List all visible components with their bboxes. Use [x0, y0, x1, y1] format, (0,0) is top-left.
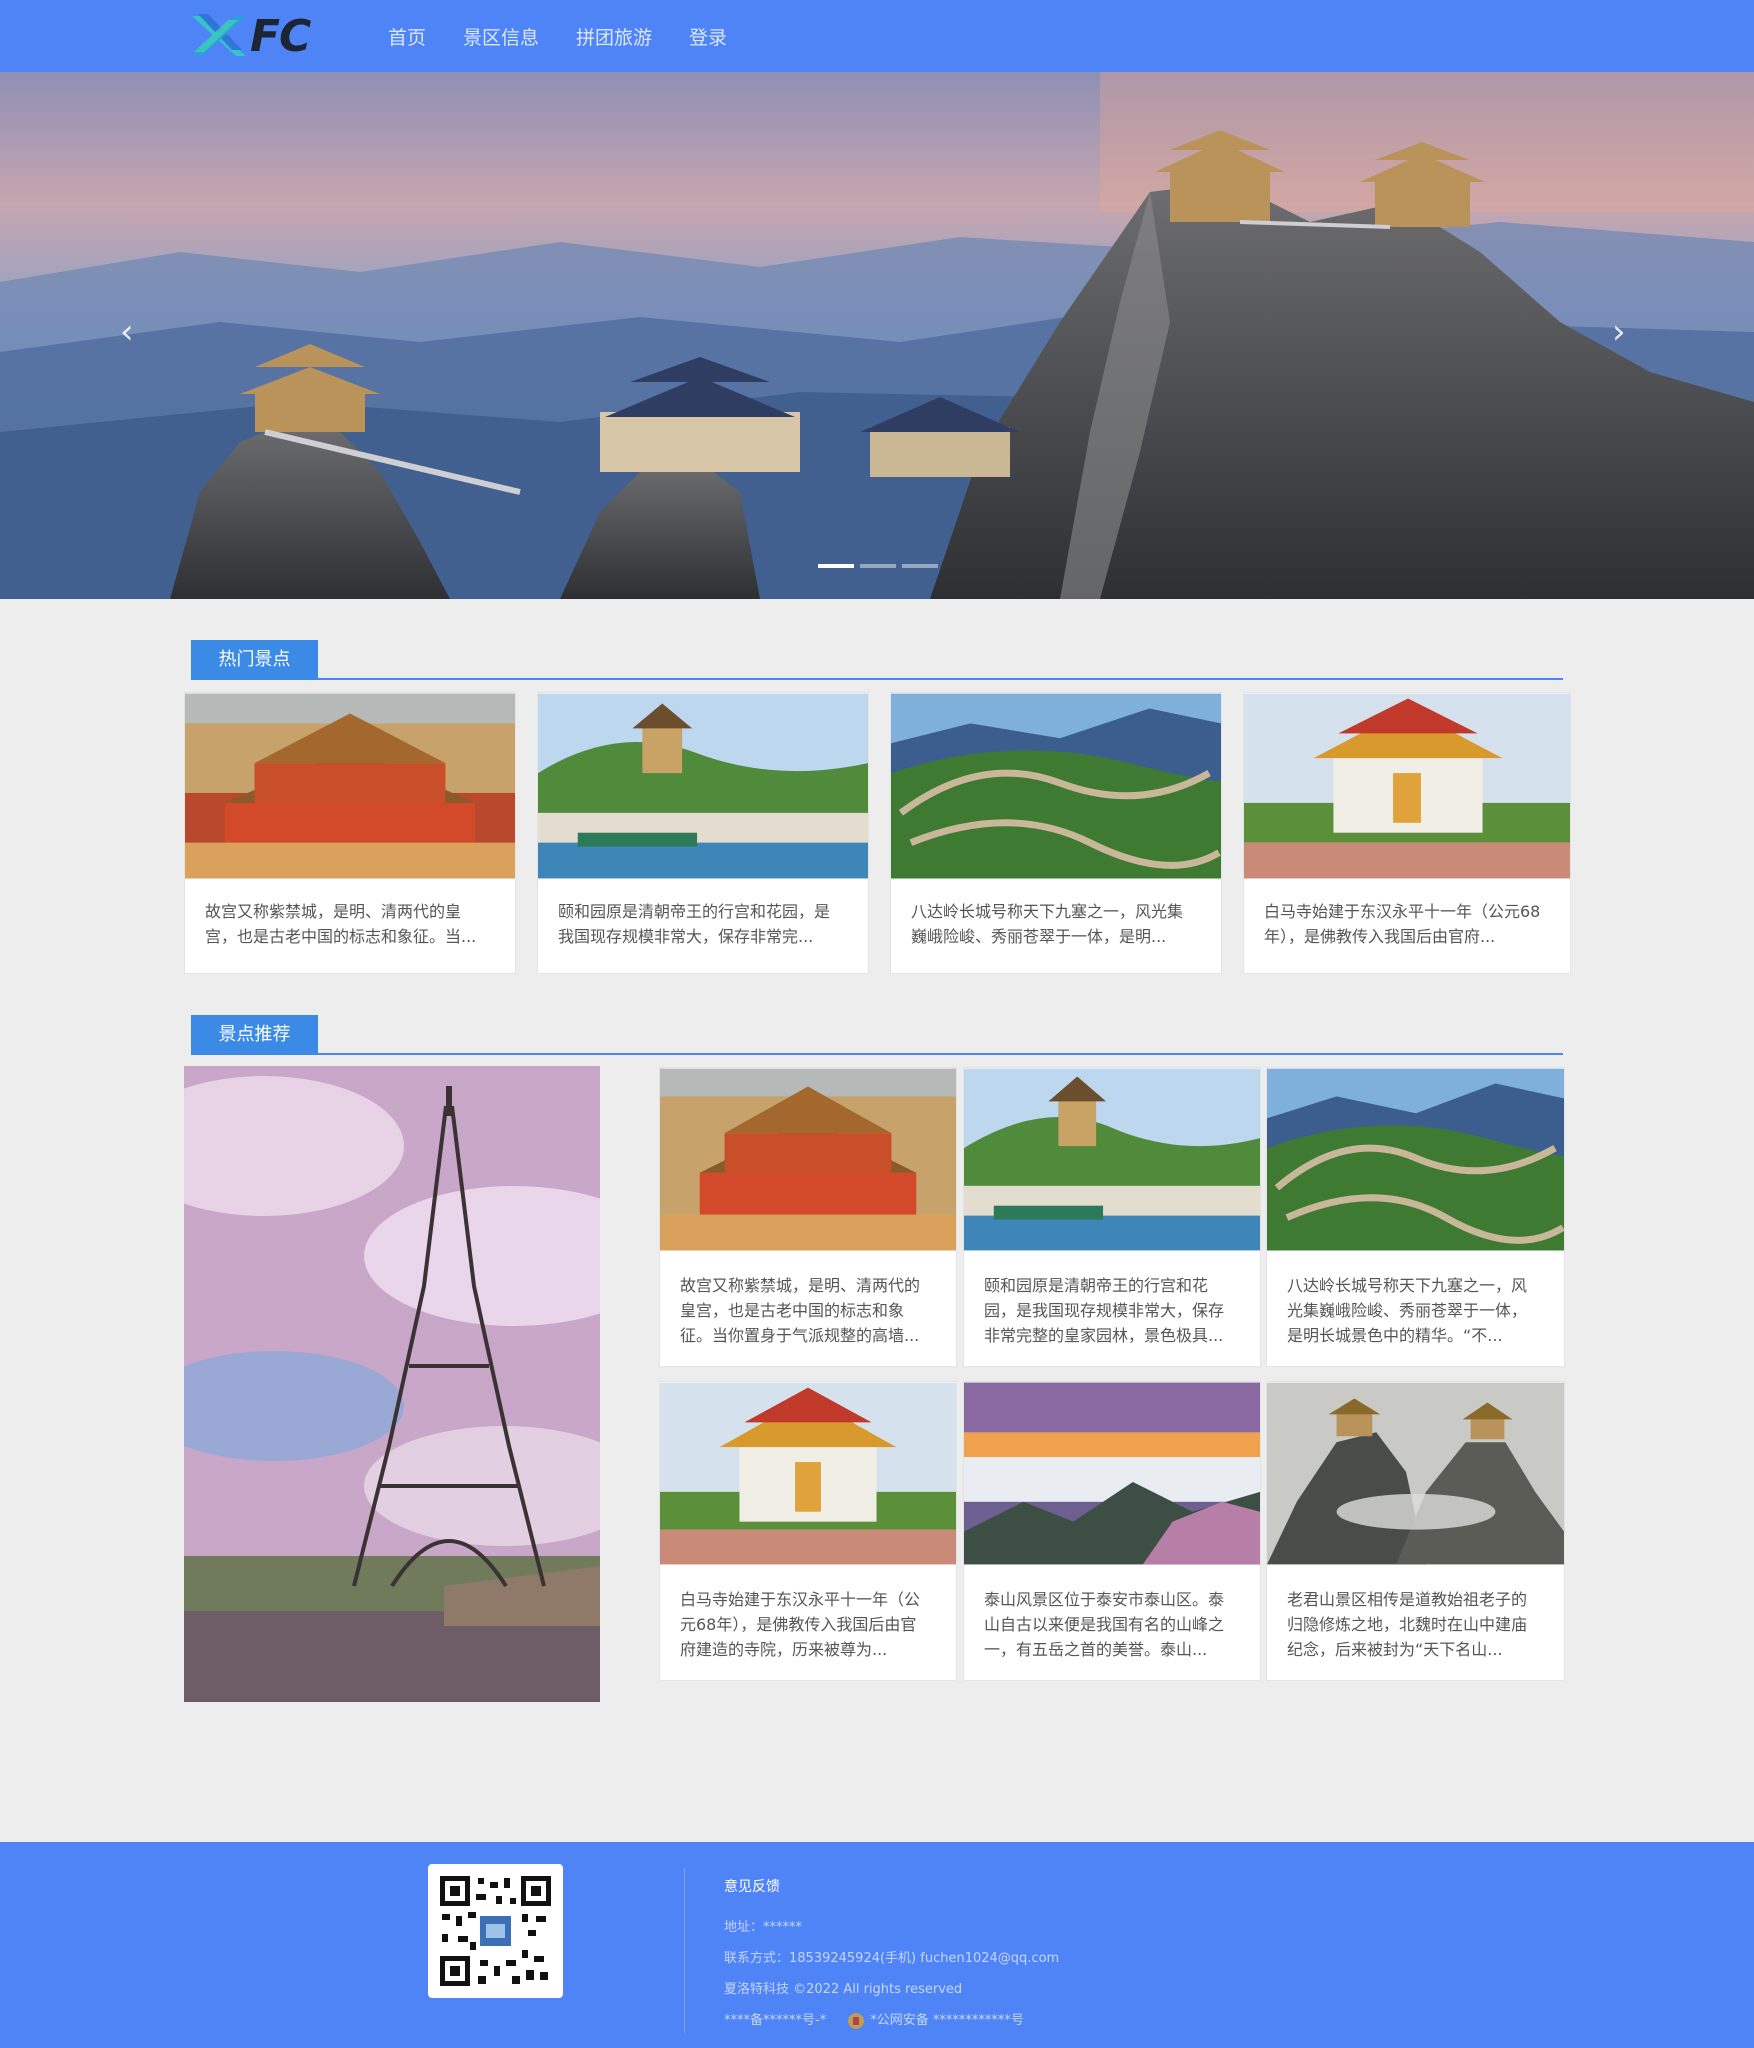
recommend-card-text-line: 是明长城景色中的精华。“不... — [1287, 1326, 1503, 1345]
hot-card-text-line: 宫，也是古老中国的标志和象征。当... — [205, 927, 477, 946]
recommend-card-text-line: 颐和园原是清朝帝王的行宫和花 — [984, 1276, 1209, 1295]
featured-eiffel-tower-image[interactable] — [184, 1066, 600, 1702]
carousel-indicator-1[interactable] — [818, 564, 854, 568]
white-horse-temple-thumbnail — [660, 1382, 956, 1565]
brand-logo[interactable]: FC — [188, 10, 328, 62]
white-horse-temple-thumbnail — [1244, 693, 1570, 879]
great-wall-thumbnail — [1267, 1068, 1564, 1251]
carousel-prev-icon[interactable]: ‹ — [120, 312, 134, 352]
footer-divider — [684, 1868, 685, 2033]
hot-card-summer-palace[interactable]: 颐和园原是清朝帝王的行宫和花园，是 我国现存规模非常大，保存非常完... — [537, 692, 869, 974]
recommend-card-text-line: 府建造的寺院，历来被尊为... — [680, 1640, 888, 1659]
hot-card-text-line: 八达岭长城号称天下九塞之一，风光集 — [911, 902, 1184, 921]
recommend-card-white-horse-temple[interactable]: 白马寺始建于东汉永平十一年（公 元68年），是佛教传入我国后由官 府建造的寺院，… — [659, 1381, 957, 1681]
carousel-indicator-2[interactable] — [860, 564, 896, 568]
summer-palace-thumbnail — [538, 693, 868, 879]
footer-registration: ****备******号-* *公网安备 ************号 — [724, 2009, 1059, 2029]
recommend-card-great-wall[interactable]: 八达岭长城号称天下九塞之一，风 光集巍峨险峻、秀丽苍翠于一体， 是明长城景色中的… — [1266, 1067, 1565, 1367]
recommend-card-mount-tai[interactable]: 泰山风景区位于泰安市泰山区。泰 山自古以来便是我国有名的山峰之 一，有五岳之首的… — [963, 1381, 1261, 1681]
recommend-card-text-line: 山自古以来便是我国有名的山峰之 — [984, 1615, 1225, 1634]
recommend-card-text-line: 八达岭长城号称天下九塞之一，风 — [1287, 1276, 1528, 1295]
hot-section-title: 热门景点 — [191, 640, 318, 680]
forbidden-city-thumbnail — [185, 693, 515, 879]
eiffel-tower-photo — [184, 1066, 600, 1702]
hot-card-text-line: 年），是佛教传入我国后由官府... — [1264, 927, 1496, 946]
hot-card-text-line: 巍峨险峻、秀丽苍翠于一体，是明... — [911, 927, 1167, 946]
recommend-section-header: 景点推荐 — [191, 1015, 1563, 1055]
footer-contact: 联系方式：18539245924(手机) fuchen1024@qq.com — [724, 1951, 1060, 1966]
hot-card-text-line: 故宫又称紫禁城，是明、清两代的皇 — [205, 902, 462, 921]
recommend-card-text-line: 园，是我国现存规模非常大，保存 — [984, 1301, 1225, 1320]
qr-code — [428, 1864, 563, 1998]
hot-card-forbidden-city[interactable]: 故宫又称紫禁城，是明、清两代的皇 宫，也是古老中国的标志和象征。当... — [184, 692, 516, 974]
hot-card-text-line: 白马寺始建于东汉永平十一年（公元68 — [1264, 902, 1541, 921]
hot-card-text-line: 颐和园原是清朝帝王的行宫和花园，是 — [558, 902, 831, 921]
recommend-card-text-line: 归隐修炼之地，北魏时在山中建庙 — [1287, 1615, 1528, 1634]
hot-card-white-horse-temple[interactable]: 白马寺始建于东汉永平十一年（公元68 年），是佛教传入我国后由官府... — [1243, 692, 1571, 974]
nav-scenic-info[interactable]: 景区信息 — [463, 23, 539, 50]
forbidden-city-thumbnail — [660, 1068, 956, 1251]
carousel-next-icon[interactable]: › — [1612, 312, 1626, 352]
summer-palace-thumbnail — [964, 1068, 1260, 1251]
site-footer: 意见反馈 地址：****** 联系方式：18539245924(手机) fuch… — [0, 1842, 1754, 2048]
mount-tai-thumbnail — [964, 1382, 1260, 1565]
recommend-card-text-line: 光集巍峨险峻、秀丽苍翠于一体， — [1287, 1301, 1528, 1320]
hot-card-text-line: 我国现存规模非常大，保存非常完... — [558, 927, 814, 946]
footer-address: 地址：****** — [724, 1920, 803, 1935]
recommend-card-text-line: 白马寺始建于东汉永平十一年（公 — [680, 1590, 921, 1609]
recommend-card-text-line: 非常完整的皇家园林，景色极具... — [984, 1326, 1224, 1345]
recommend-card-text-line: 征。当你置身于气派规整的高墙... — [680, 1326, 920, 1345]
nav-group-tour[interactable]: 拼团旅游 — [576, 23, 652, 50]
recommend-card-text-line: 老君山景区相传是道教始祖老子的 — [1287, 1590, 1528, 1609]
recommend-card-text-line: 元68年），是佛教传入我国后由官 — [680, 1615, 917, 1634]
banner-image — [0, 72, 1754, 599]
hot-section-header: 热门景点 — [191, 640, 1563, 680]
footer-copyright: 夏洛特科技 ©2022 All rights reserved — [724, 1982, 963, 1997]
hot-card-great-wall[interactable]: 八达岭长城号称天下九塞之一，风光集 巍峨险峻、秀丽苍翠于一体，是明... — [890, 692, 1222, 974]
nav-home[interactable]: 首页 — [388, 23, 426, 50]
carousel-indicators — [818, 564, 944, 568]
carousel-indicator-3[interactable] — [902, 564, 938, 568]
recommend-card-laojun-mountain[interactable]: 老君山景区相传是道教始祖老子的 归隐修炼之地，北魏时在山中建庙 纪念，后来被封为… — [1266, 1381, 1565, 1681]
recommend-card-text-line: 泰山风景区位于泰安市泰山区。泰 — [984, 1590, 1225, 1609]
main-nav: 首页 景区信息 拼团旅游 登录 — [388, 0, 764, 72]
police-record-link[interactable]: *公网安备 ************号 — [870, 2013, 1024, 2028]
feedback-link[interactable]: 意见反馈 — [724, 1876, 1059, 1896]
nav-login[interactable]: 登录 — [689, 23, 727, 50]
recommend-card-text-line: 皇宫，也是古老中国的标志和象 — [680, 1301, 905, 1320]
qr-code-icon — [440, 1876, 551, 1986]
laojun-mountain-thumbnail — [1267, 1382, 1564, 1565]
recommend-card-text-line: 一，有五岳之首的美誉。泰山... — [984, 1640, 1208, 1659]
logo-x-icon — [188, 10, 250, 62]
recommend-section-title: 景点推荐 — [191, 1015, 318, 1055]
police-badge-icon — [848, 2012, 865, 2029]
recommend-card-forbidden-city[interactable]: 故宫又称紫禁城，是明、清两代的 皇宫，也是古老中国的标志和象 征。当你置身于气派… — [659, 1067, 957, 1367]
recommend-card-text-line: 故宫又称紫禁城，是明、清两代的 — [680, 1276, 921, 1295]
recommend-card-text-line: 纪念，后来被封为“天下名山... — [1287, 1640, 1503, 1659]
top-header: FC 首页 景区信息 拼团旅游 登录 — [0, 0, 1754, 72]
icp-record-link[interactable]: ****备******号-* — [724, 2013, 826, 2028]
great-wall-thumbnail — [891, 693, 1221, 879]
logo-text: FC — [250, 10, 311, 62]
recommend-card-summer-palace[interactable]: 颐和园原是清朝帝王的行宫和花 园，是我国现存规模非常大，保存 非常完整的皇家园林… — [963, 1067, 1261, 1367]
banner-carousel[interactable]: ‹ › — [0, 72, 1754, 599]
footer-info: 意见反馈 地址：****** 联系方式：18539245924(手机) fuch… — [724, 1876, 1059, 2041]
